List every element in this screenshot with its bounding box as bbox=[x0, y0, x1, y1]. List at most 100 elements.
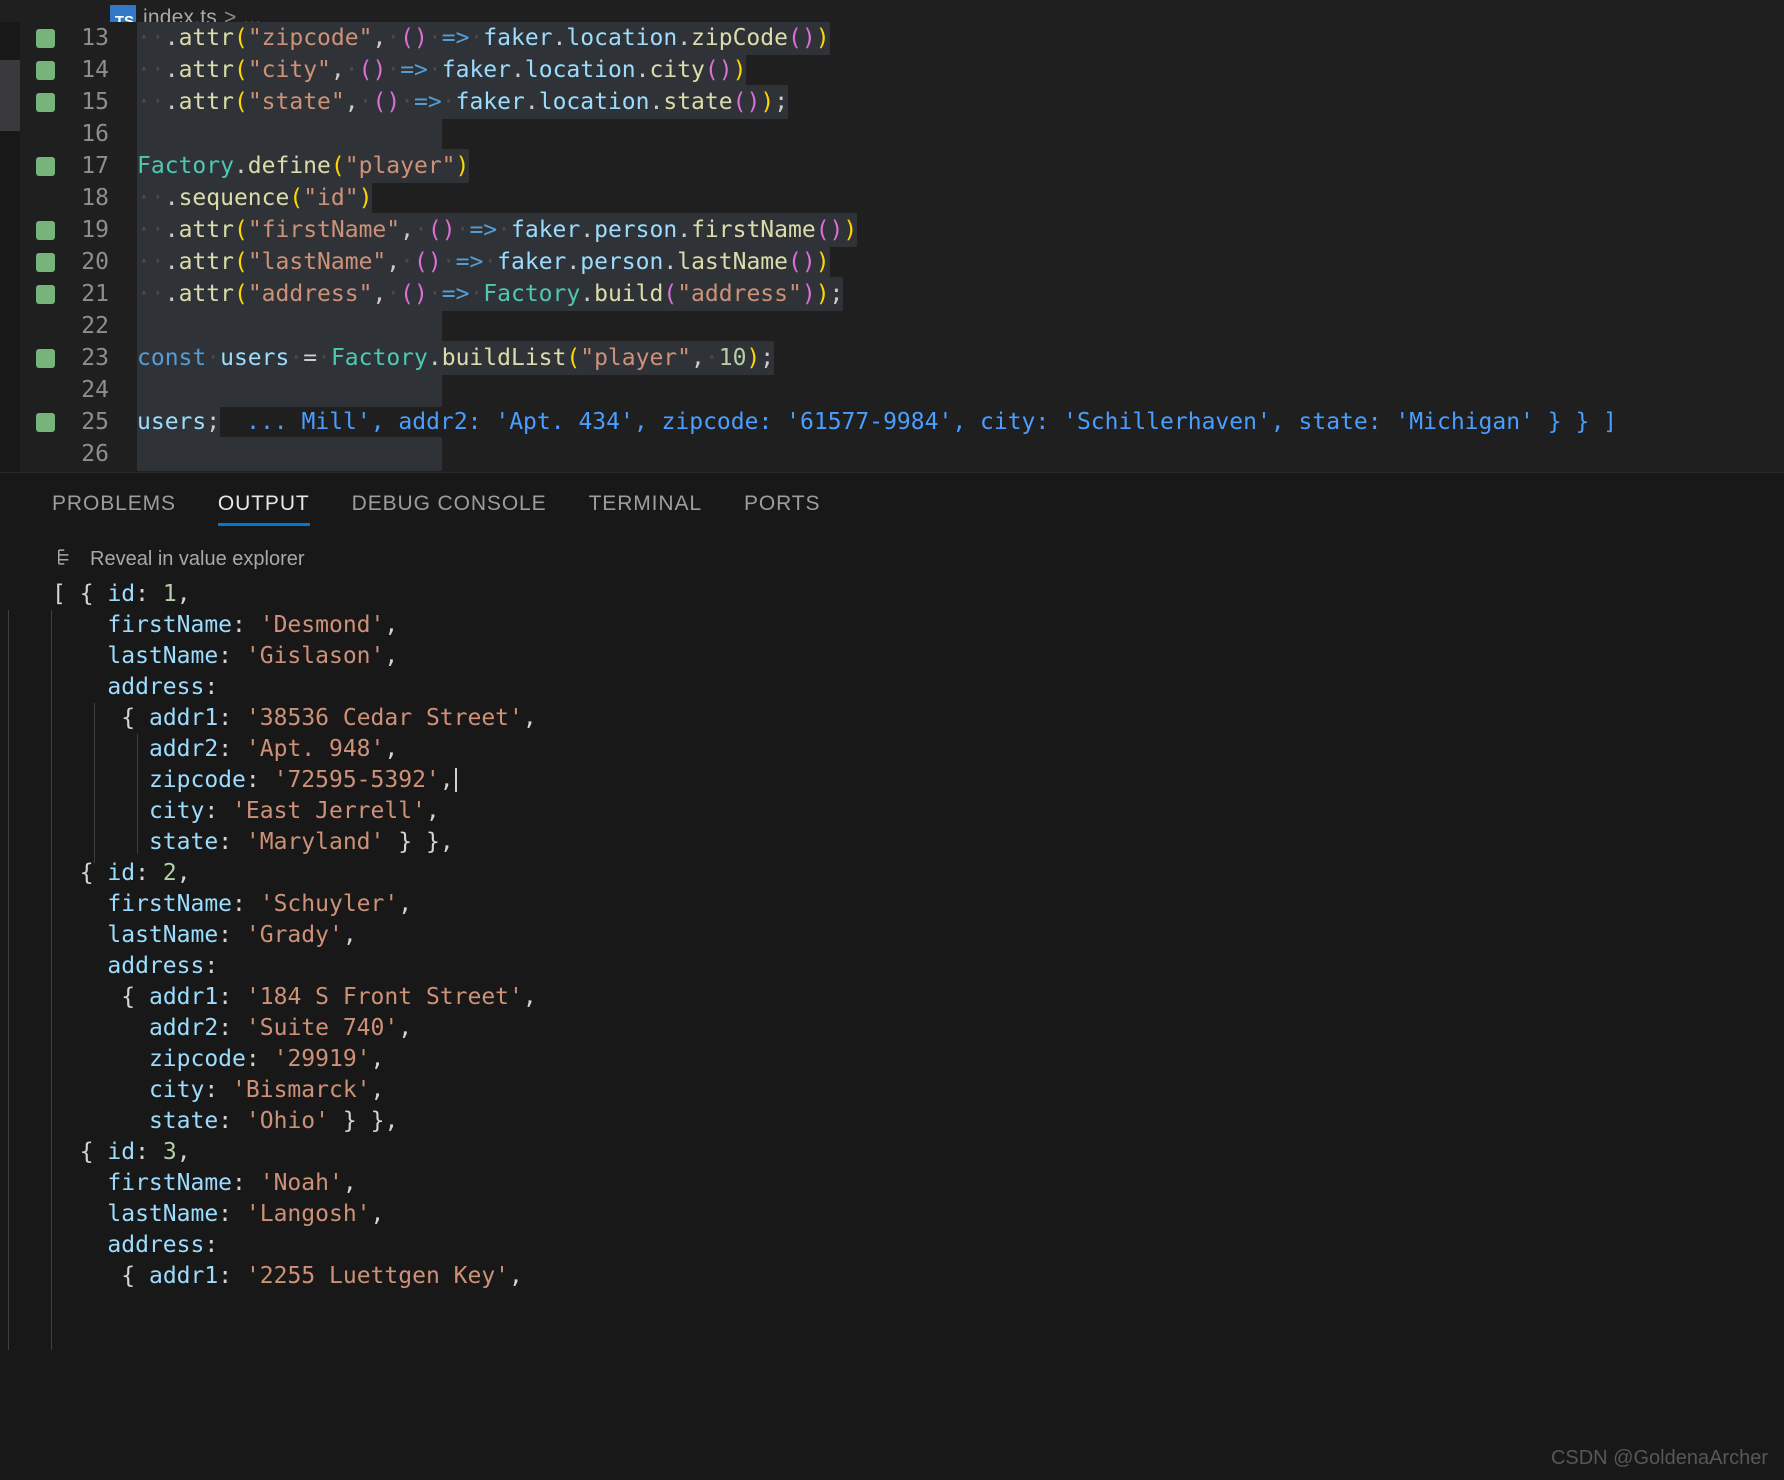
code-editor[interactable]: 13 ··.attr("zipcode",·()·=>·faker.locatio… bbox=[0, 22, 1784, 472]
output-line[interactable]: address: bbox=[52, 1230, 1784, 1261]
editor-line[interactable]: 24 bbox=[20, 373, 1784, 407]
output-line[interactable]: { id: 2, bbox=[52, 858, 1784, 889]
line-number: 16 bbox=[81, 121, 109, 147]
panel-tab-output[interactable]: OUTPUT bbox=[217, 473, 310, 535]
coverage-indicator-empty bbox=[36, 381, 55, 400]
coverage-indicator-empty bbox=[36, 125, 55, 144]
editor-line[interactable]: 26 bbox=[20, 437, 1784, 471]
coverage-indicator-empty bbox=[36, 189, 55, 208]
coverage-indicator bbox=[36, 156, 55, 176]
line-content[interactable]: users; bbox=[137, 405, 221, 439]
watermark: CSDN @GoldenaArcher bbox=[1550, 1447, 1768, 1469]
editor-line[interactable]: 17 Factory.define("player") bbox=[20, 149, 1784, 183]
line-content[interactable] bbox=[137, 373, 442, 407]
coverage-indicator bbox=[36, 28, 55, 48]
panel-tab-debug-console[interactable]: DEBUG CONSOLE bbox=[352, 473, 547, 535]
line-content[interactable]: ··.attr("lastName",·()·=>·faker.person.l… bbox=[137, 245, 830, 279]
output-line[interactable]: zipcode: '29919', bbox=[52, 1044, 1784, 1075]
coverage-indicator bbox=[36, 348, 55, 368]
output-line[interactable]: lastName: 'Grady', bbox=[52, 920, 1784, 951]
line-content[interactable]: Factory.define("player") bbox=[137, 149, 470, 183]
editor-line[interactable]: 18 ··.sequence("id") bbox=[20, 181, 1784, 215]
editor-line[interactable]: 25 users; ... Mill', addr2: 'Apt. 434', zi… bbox=[20, 405, 1784, 439]
line-content[interactable] bbox=[137, 437, 442, 471]
editor-line[interactable]: 14 ··.attr("city",·()·=>·faker.location.c… bbox=[20, 53, 1784, 87]
coverage-indicator bbox=[36, 412, 55, 432]
editor-line[interactable]: 21 ··.attr("address",·()·=>·Factory.build… bbox=[20, 277, 1784, 311]
output-line[interactable]: zipcode: '72595-5392', bbox=[52, 765, 1784, 796]
line-content[interactable]: ··.attr("address",·()·=>·Factory.build("… bbox=[137, 277, 844, 311]
line-content[interactable]: ··.attr("zipcode",·()·=>·faker.location.… bbox=[137, 22, 830, 55]
overview-ruler-slider[interactable] bbox=[0, 60, 20, 131]
output-line[interactable]: { addr1: '2255 Luettgen Key', bbox=[52, 1261, 1784, 1292]
output-line[interactable]: firstName: 'Desmond', bbox=[52, 610, 1784, 641]
panel-tab-terminal[interactable]: TERMINAL bbox=[589, 473, 702, 535]
breadcrumb-file[interactable]: index.ts bbox=[143, 6, 217, 22]
output-line[interactable]: lastName: 'Langosh', bbox=[52, 1199, 1784, 1230]
editor-line[interactable]: 13 ··.attr("zipcode",·()·=>·faker.locatio… bbox=[20, 22, 1784, 55]
editor-line[interactable]: 23 const·users·=·Factory.buildList("playe… bbox=[20, 341, 1784, 375]
output-line[interactable]: state: 'Maryland' } }, bbox=[52, 827, 1784, 858]
editor-code-area[interactable]: 13 ··.attr("zipcode",·()·=>·faker.locatio… bbox=[20, 22, 1784, 472]
coverage-indicator bbox=[36, 252, 55, 272]
line-content[interactable] bbox=[137, 309, 442, 343]
line-content[interactable]: const·users·=·Factory.buildList("player"… bbox=[137, 341, 775, 375]
output-content[interactable]: [ { id: 1, firstName: 'Desmond', lastNam… bbox=[0, 579, 1784, 1350]
output-line[interactable]: { addr1: '38536 Cedar Street', bbox=[52, 703, 1784, 734]
editor-line[interactable]: 20 ··.attr("lastName",·()·=>·faker.person… bbox=[20, 245, 1784, 279]
line-number: 22 bbox=[81, 313, 109, 339]
editor-left-strip bbox=[0, 22, 20, 472]
vscode-window: TS index.ts > ... 13 ··.attr("zipcode",·(… bbox=[0, 0, 1784, 1480]
output-line[interactable]: firstName: 'Schuyler', bbox=[52, 889, 1784, 920]
output-line[interactable]: addr2: 'Suite 740', bbox=[52, 1013, 1784, 1044]
output-line[interactable]: address: bbox=[52, 672, 1784, 703]
editor-line[interactable]: 15 ··.attr("state",·()·=>·faker.location.… bbox=[20, 85, 1784, 119]
line-content[interactable]: ··.sequence("id") bbox=[137, 181, 373, 215]
panel-tab-ports[interactable]: PORTS bbox=[744, 473, 820, 535]
coverage-indicator-empty bbox=[36, 445, 55, 464]
line-content[interactable]: ··.attr("state",·()·=>·faker.location.st… bbox=[137, 85, 789, 119]
line-number: 24 bbox=[81, 377, 109, 403]
panel-tabbar[interactable]: PROBLEMS OUTPUT DEBUG CONSOLE TERMINAL PORTS bbox=[0, 473, 1784, 535]
line-content[interactable]: ··.attr("firstName",·()·=>·faker.person.… bbox=[137, 213, 858, 247]
list-tree-icon bbox=[56, 546, 78, 572]
output-line[interactable]: city: 'East Jerrell', bbox=[52, 796, 1784, 827]
output-line[interactable]: { id: 3, bbox=[52, 1137, 1784, 1168]
output-line[interactable]: { addr1: '184 S Front Street', bbox=[52, 982, 1784, 1013]
line-number: 20 bbox=[81, 249, 109, 275]
line-content[interactable]: ··.attr("city",·()·=>·faker.location.cit… bbox=[137, 53, 747, 87]
inline-debug-value: ... Mill', addr2: 'Apt. 434', zipcode: '… bbox=[246, 409, 1617, 435]
indent-guide bbox=[8, 610, 9, 1350]
coverage-indicator bbox=[36, 60, 55, 80]
output-line[interactable]: address: bbox=[52, 951, 1784, 982]
output-line[interactable]: [ { id: 1, bbox=[52, 579, 1784, 610]
editor-line[interactable]: 19 ··.attr("firstName",·()·=>·faker.perso… bbox=[20, 213, 1784, 247]
line-number: 13 bbox=[81, 25, 109, 51]
bottom-panel: PROBLEMS OUTPUT DEBUG CONSOLE TERMINAL PORTS… bbox=[0, 472, 1784, 1480]
output-line[interactable]: city: 'Bismarck', bbox=[52, 1075, 1784, 1106]
coverage-indicator-empty bbox=[36, 317, 55, 336]
line-content[interactable] bbox=[137, 117, 442, 151]
output-line[interactable]: state: 'Ohio' } }, bbox=[52, 1106, 1784, 1137]
line-number: 15 bbox=[81, 89, 109, 115]
line-number: 21 bbox=[81, 281, 109, 307]
editor-line[interactable]: 16 bbox=[20, 117, 1784, 151]
breadcrumb-separator-icon: > bbox=[223, 6, 237, 22]
output-line[interactable]: addr2: 'Apt. 948', bbox=[52, 734, 1784, 765]
panel-tab-problems[interactable]: PROBLEMS bbox=[52, 473, 176, 535]
coverage-indicator bbox=[36, 220, 55, 240]
line-number: 25 bbox=[81, 409, 109, 435]
line-number: 26 bbox=[81, 441, 109, 467]
typescript-file-icon: TS bbox=[110, 5, 136, 22]
output-line[interactable]: firstName: 'Noah', bbox=[52, 1168, 1784, 1199]
line-number: 14 bbox=[81, 57, 109, 83]
text-cursor bbox=[454, 768, 457, 792]
output-line[interactable]: lastName: 'Gislason', bbox=[52, 641, 1784, 672]
breadcrumb-symbol[interactable]: ... bbox=[243, 6, 261, 22]
breadcrumb[interactable]: TS index.ts > ... bbox=[0, 0, 1784, 22]
reveal-label: Reveal in value explorer bbox=[90, 547, 305, 570]
line-number: 17 bbox=[81, 153, 109, 179]
editor-line[interactable]: 22 bbox=[20, 309, 1784, 343]
coverage-indicator bbox=[36, 284, 55, 304]
reveal-in-value-explorer-button[interactable]: Reveal in value explorer bbox=[0, 543, 1784, 575]
